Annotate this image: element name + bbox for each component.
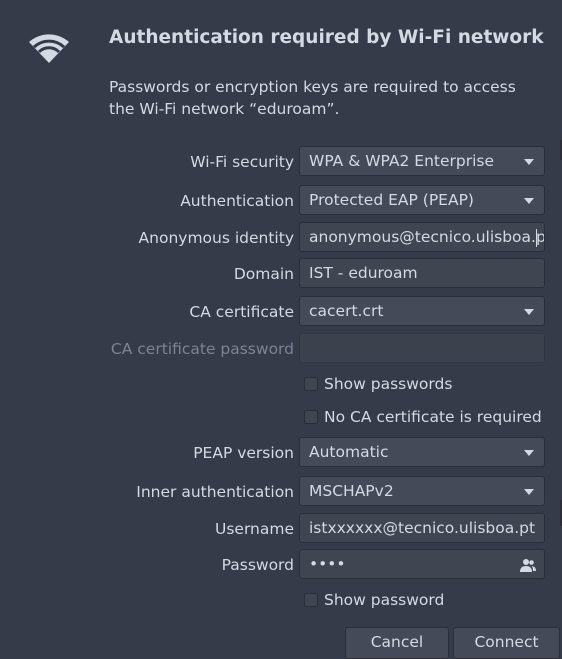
text-cursor [536,229,537,247]
chevron-down-icon [524,198,534,204]
inner-authentication-value: MSCHAPv2 [309,482,394,500]
ca-certificate-combo[interactable]: cacert.crt [299,296,545,326]
wifi-security-value: WPA & WPA2 Enterprise [309,152,495,170]
password-input[interactable]: •••• [299,549,545,579]
connect-button[interactable]: Connect [453,627,560,659]
ca-certificate-value: cacert.crt [309,302,384,320]
show-passwords-checkbox[interactable] [304,377,318,391]
people-icon[interactable] [520,557,536,573]
ca-certificate-label: CA certificate [189,303,294,321]
dialog-description: Passwords or encryption keys are require… [109,78,516,118]
authentication-combo[interactable]: Protected EAP (PEAP) [299,185,545,215]
ca-certificate-password-row: CA certificate password [0,333,562,365]
no-ca-required-checkbox[interactable] [304,410,318,424]
chevron-down-icon [524,489,534,495]
anonymous-identity-input[interactable]: anonymous@tecnico.ulisboa.pt [299,222,545,252]
inner-authentication-label: Inner authentication [136,483,294,501]
domain-input[interactable]: IST - eduroam [299,258,545,288]
peap-version-row: PEAP version Automatic [0,437,562,469]
show-passwords-label: Show passwords [324,375,453,393]
username-value: istxxxxxx@tecnico.ulisboa.pt [309,519,536,537]
username-row: Username istxxxxxx@tecnico.ulisboa.pt [0,513,562,545]
chevron-down-icon [524,159,534,165]
ca-certificate-row: CA certificate cacert.crt [0,296,562,328]
authentication-value: Protected EAP (PEAP) [309,191,474,209]
domain-row: Domain IST - eduroam [0,258,562,290]
peap-version-label: PEAP version [193,444,294,462]
domain-label: Domain [233,265,294,283]
domain-value: IST - eduroam [309,264,418,282]
wifi-security-label: Wi-Fi security [190,153,294,171]
peap-version-combo[interactable]: Automatic [299,437,545,467]
username-input[interactable]: istxxxxxx@tecnico.ulisboa.pt [299,513,545,543]
no-ca-required-label: No CA certificate is required [324,408,542,426]
chevron-down-icon [524,450,534,456]
cancel-button[interactable]: Cancel [345,627,449,659]
show-password-label: Show password [324,591,445,609]
inner-authentication-combo[interactable]: MSCHAPv2 [299,476,545,506]
inner-authentication-row: Inner authentication MSCHAPv2 [0,476,562,508]
anonymous-identity-label: Anonymous identity [138,229,294,247]
ca-certificate-password-input[interactable] [299,333,545,363]
password-row: Password •••• [0,549,562,581]
anonymous-identity-row: Anonymous identity anonymous@tecnico.uli… [0,222,562,254]
show-password-checkbox[interactable] [304,593,318,607]
wifi-icon [29,34,69,63]
chevron-down-icon [524,309,534,315]
wifi-security-row: Wi-Fi security WPA & WPA2 Enterprise [0,146,562,178]
wifi-security-combo[interactable]: WPA & WPA2 Enterprise [299,146,545,176]
anonymous-identity-value: anonymous@tecnico.ulisboa.pt [309,228,545,246]
authentication-label: Authentication [180,192,294,210]
peap-version-value: Automatic [309,443,389,461]
dialog-title: Authentication required by Wi-Fi network [109,27,544,48]
password-label: Password [221,556,294,574]
password-value: •••• [309,555,346,573]
authentication-row: Authentication Protected EAP (PEAP) [0,185,562,217]
username-label: Username [214,520,294,538]
ca-certificate-password-label: CA certificate password [110,340,294,358]
